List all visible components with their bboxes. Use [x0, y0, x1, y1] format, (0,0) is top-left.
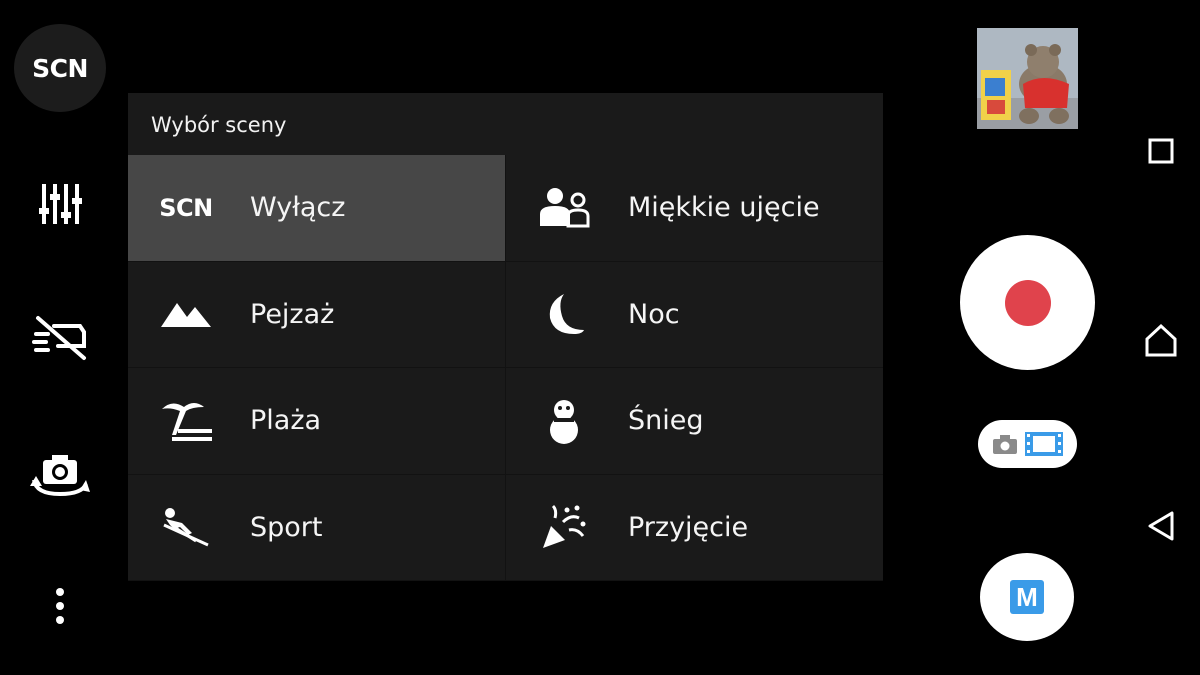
sport-skier-icon — [158, 503, 214, 551]
camera-mode-icon — [992, 435, 1017, 454]
beach-palm-icon — [158, 397, 214, 445]
last-photo-thumbnail[interactable] — [977, 28, 1078, 129]
night-moon-icon — [536, 290, 592, 338]
flash-off-icon[interactable] — [30, 312, 90, 362]
record-dot-icon — [1004, 279, 1051, 326]
scene-label: Pejzaż — [250, 298, 335, 330]
scene-selection-panel: Wybór sceny SCN Wyłącz Miękkie ujęcie Pe… — [128, 93, 883, 581]
back-icon[interactable] — [1145, 509, 1179, 543]
home-icon[interactable] — [1142, 322, 1180, 360]
scene-label: Wyłącz — [250, 192, 346, 224]
record-button[interactable] — [960, 235, 1095, 370]
switch-camera-icon[interactable] — [26, 450, 94, 500]
scene-label: Śnieg — [628, 405, 704, 437]
scene-mode-button[interactable]: SCN — [14, 24, 106, 112]
scene-item-beach[interactable]: Plaża — [128, 368, 505, 475]
landscape-mountains-icon — [158, 290, 214, 338]
scene-item-off[interactable]: SCN Wyłącz — [128, 155, 505, 262]
scene-label: Noc — [628, 298, 680, 330]
scene-item-party[interactable]: Przyjęcie — [505, 474, 883, 581]
scene-item-soft-snap[interactable]: Miękkie ujęcie — [505, 155, 883, 262]
recent-apps-icon[interactable] — [1145, 135, 1177, 167]
settings-sliders-icon[interactable] — [36, 180, 84, 228]
scene-label: Przyjęcie — [628, 511, 749, 543]
photo-video-mode-toggle[interactable] — [978, 420, 1077, 468]
video-mode-icon — [1024, 432, 1063, 456]
manual-mode-label: M — [1010, 580, 1044, 614]
scene-label: Sport — [250, 511, 323, 543]
scene-item-sport[interactable]: Sport — [128, 475, 505, 581]
scene-item-snow[interactable]: Śnieg — [505, 368, 883, 475]
scn-text-icon: SCN — [159, 193, 213, 222]
scene-label: Plaża — [250, 405, 322, 437]
scene-mode-label: SCN — [32, 53, 88, 83]
more-options-icon[interactable] — [48, 586, 72, 630]
party-popper-icon — [536, 503, 592, 551]
soft-snap-people-icon — [536, 184, 592, 232]
scene-label: Miękkie ujęcie — [628, 192, 820, 224]
scene-item-night[interactable]: Noc — [505, 261, 883, 368]
manual-mode-button[interactable]: M — [980, 553, 1074, 641]
scene-item-landscape[interactable]: Pejzaż — [128, 262, 505, 368]
panel-title: Wybór sceny — [151, 113, 287, 137]
scene-grid: SCN Wyłącz Miękkie ujęcie Pejzaż Noc Pla… — [128, 155, 883, 581]
snowman-icon — [536, 397, 592, 445]
